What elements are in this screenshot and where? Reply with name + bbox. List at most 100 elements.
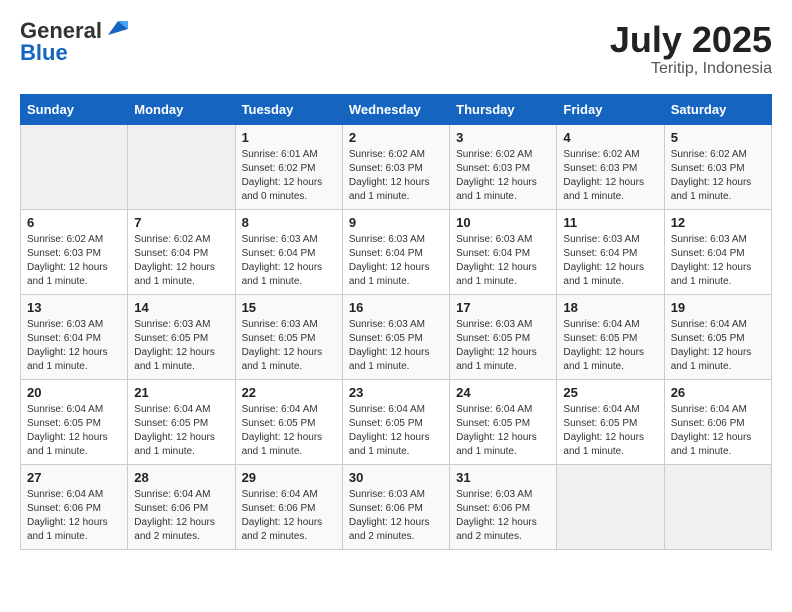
day-number: 20 [27, 385, 121, 400]
daylight-text: Daylight: 12 hours and 1 minute. [671, 346, 765, 374]
day-number: 14 [134, 300, 228, 315]
calendar-header-row: SundayMondayTuesdayWednesdayThursdayFrid… [21, 94, 772, 124]
cell-content: Sunrise: 6:03 AMSunset: 6:04 PMDaylight:… [456, 233, 550, 289]
logo: General Blue [20, 20, 128, 64]
daylight-text: Daylight: 12 hours and 1 minute. [27, 431, 121, 459]
calendar-cell: 15Sunrise: 6:03 AMSunset: 6:05 PMDayligh… [235, 294, 342, 379]
sunrise-text: Sunrise: 6:04 AM [456, 403, 550, 417]
sunrise-text: Sunrise: 6:02 AM [27, 233, 121, 247]
calendar-cell: 18 Sunrise: 6:04 AMSunset: 6:05 PMDayligh… [557, 294, 664, 379]
sunset-text: Sunset: 6:03 PM [563, 162, 657, 176]
sunset-text: Sunset: 6:06 PM [349, 502, 443, 516]
calendar-cell: 19Sunrise: 6:04 AMSunset: 6:05 PMDayligh… [664, 294, 771, 379]
sunset-text: Sunset: 6:04 PM [242, 247, 336, 261]
daylight-text: Daylight: 12 hours and 1 minute. [27, 516, 121, 544]
cell-content: Sunrise: 6:04 AMSunset: 6:06 PMDaylight:… [134, 488, 228, 544]
cell-content: Sunrise: 6:04 AMSunset: 6:05 PMDaylight:… [563, 318, 657, 374]
daylight-text: Daylight: 12 hours and 2 minutes. [134, 516, 228, 544]
sunrise-text: Sunrise: 6:03 AM [456, 318, 550, 332]
header-thursday: Thursday [450, 94, 557, 124]
location: Teritip, Indonesia [610, 60, 772, 78]
calendar-cell: 24Sunrise: 6:04 AMSunset: 6:05 PMDayligh… [450, 379, 557, 464]
sunset-text: Sunset: 6:06 PM [671, 417, 765, 431]
sunrise-text: Sunrise: 6:04 AM [242, 403, 336, 417]
calendar-cell [128, 124, 235, 209]
sunset-text: Sunset: 6:05 PM [563, 417, 657, 431]
daylight-text: Daylight: 12 hours and 1 minute. [563, 176, 657, 204]
header-saturday: Saturday [664, 94, 771, 124]
cell-content: Sunrise: 6:04 AMSunset: 6:06 PMDaylight:… [242, 488, 336, 544]
daylight-text: Daylight: 12 hours and 1 minute. [563, 431, 657, 459]
calendar-cell: 16Sunrise: 6:03 AMSunset: 6:05 PMDayligh… [342, 294, 449, 379]
daylight-text: Daylight: 12 hours and 1 minute. [349, 431, 443, 459]
sunrise-text: Sunrise: 6:04 AM [27, 403, 121, 417]
sunset-text: Sunset: 6:03 PM [349, 162, 443, 176]
sunrise-text: Sunrise: 6:03 AM [563, 233, 657, 247]
daylight-text: Daylight: 12 hours and 1 minute. [671, 431, 765, 459]
day-number: 18 [563, 300, 657, 315]
day-number: 16 [349, 300, 443, 315]
sunset-text: Sunset: 6:04 PM [563, 247, 657, 261]
sunrise-text: Sunrise: 6:04 AM [134, 488, 228, 502]
sunrise-text: Sunrise: 6:04 AM [27, 488, 121, 502]
calendar-cell: 20Sunrise: 6:04 AMSunset: 6:05 PMDayligh… [21, 379, 128, 464]
sunrise-text: Sunrise: 6:03 AM [349, 318, 443, 332]
sunset-text: Sunset: 6:05 PM [242, 332, 336, 346]
sunset-text: Sunset: 6:06 PM [134, 502, 228, 516]
daylight-text: Daylight: 12 hours and 2 minutes. [456, 516, 550, 544]
cell-content: Sunrise: 6:04 AMSunset: 6:06 PMDaylight:… [671, 403, 765, 459]
cell-content: Sunrise: 6:02 AMSunset: 6:03 PMDaylight:… [563, 148, 657, 204]
day-number: 23 [349, 385, 443, 400]
sunrise-text: Sunrise: 6:02 AM [456, 148, 550, 162]
header-friday: Friday [557, 94, 664, 124]
day-number: 2 [349, 130, 443, 145]
header-wednesday: Wednesday [342, 94, 449, 124]
cell-content: Sunrise: 6:04 AMSunset: 6:05 PMDaylight:… [671, 318, 765, 374]
calendar-week-5: 27Sunrise: 6:04 AMSunset: 6:06 PMDayligh… [21, 464, 772, 549]
sunset-text: Sunset: 6:05 PM [349, 417, 443, 431]
cell-content: Sunrise: 6:03 AMSunset: 6:05 PMDaylight:… [242, 318, 336, 374]
calendar-cell: 23Sunrise: 6:04 AMSunset: 6:05 PMDayligh… [342, 379, 449, 464]
sunrise-text: Sunrise: 6:02 AM [563, 148, 657, 162]
daylight-text: Daylight: 12 hours and 1 minute. [134, 261, 228, 289]
calendar-cell: 17Sunrise: 6:03 AMSunset: 6:05 PMDayligh… [450, 294, 557, 379]
day-number: 7 [134, 215, 228, 230]
day-number: 4 [563, 130, 657, 145]
sunset-text: Sunset: 6:04 PM [456, 247, 550, 261]
cell-content: Sunrise: 6:01 AMSunset: 6:02 PMDaylight:… [242, 148, 336, 204]
sunset-text: Sunset: 6:04 PM [134, 247, 228, 261]
sunrise-text: Sunrise: 6:04 AM [563, 403, 657, 417]
day-number: 21 [134, 385, 228, 400]
day-number: 30 [349, 470, 443, 485]
cell-content: Sunrise: 6:04 AMSunset: 6:06 PMDaylight:… [27, 488, 121, 544]
daylight-text: Daylight: 12 hours and 1 minute. [27, 346, 121, 374]
daylight-text: Daylight: 12 hours and 1 minute. [671, 176, 765, 204]
sunset-text: Sunset: 6:05 PM [671, 332, 765, 346]
calendar-cell: 3Sunrise: 6:02 AMSunset: 6:03 PMDaylight… [450, 124, 557, 209]
calendar-cell: 2 Sunrise: 6:02 AMSunset: 6:03 PMDaylight… [342, 124, 449, 209]
daylight-text: Daylight: 12 hours and 0 minutes. [242, 176, 336, 204]
calendar-cell: 30Sunrise: 6:03 AMSunset: 6:06 PMDayligh… [342, 464, 449, 549]
sunset-text: Sunset: 6:05 PM [242, 417, 336, 431]
calendar-cell: 26 Sunrise: 6:04 AMSunset: 6:06 PMDayligh… [664, 379, 771, 464]
sunrise-text: Sunrise: 6:03 AM [242, 233, 336, 247]
sunset-text: Sunset: 6:04 PM [349, 247, 443, 261]
calendar-cell: 29Sunrise: 6:04 AMSunset: 6:06 PMDayligh… [235, 464, 342, 549]
calendar-week-4: 20Sunrise: 6:04 AMSunset: 6:05 PMDayligh… [21, 379, 772, 464]
cell-content: Sunrise: 6:03 AMSunset: 6:05 PMDaylight:… [134, 318, 228, 374]
sunset-text: Sunset: 6:05 PM [134, 332, 228, 346]
daylight-text: Daylight: 12 hours and 2 minutes. [242, 516, 336, 544]
calendar-cell [21, 124, 128, 209]
sunrise-text: Sunrise: 6:01 AM [242, 148, 336, 162]
sunrise-text: Sunrise: 6:04 AM [134, 403, 228, 417]
day-number: 26 [671, 385, 765, 400]
day-number: 25 [563, 385, 657, 400]
calendar-cell: 4 Sunrise: 6:02 AMSunset: 6:03 PMDaylight… [557, 124, 664, 209]
sunset-text: Sunset: 6:06 PM [456, 502, 550, 516]
cell-content: Sunrise: 6:04 AMSunset: 6:05 PMDaylight:… [134, 403, 228, 459]
sunrise-text: Sunrise: 6:04 AM [563, 318, 657, 332]
day-number: 27 [27, 470, 121, 485]
cell-content: Sunrise: 6:02 AMSunset: 6:03 PMDaylight:… [349, 148, 443, 204]
month-year: July 2025 [610, 20, 772, 60]
daylight-text: Daylight: 12 hours and 1 minute. [671, 261, 765, 289]
